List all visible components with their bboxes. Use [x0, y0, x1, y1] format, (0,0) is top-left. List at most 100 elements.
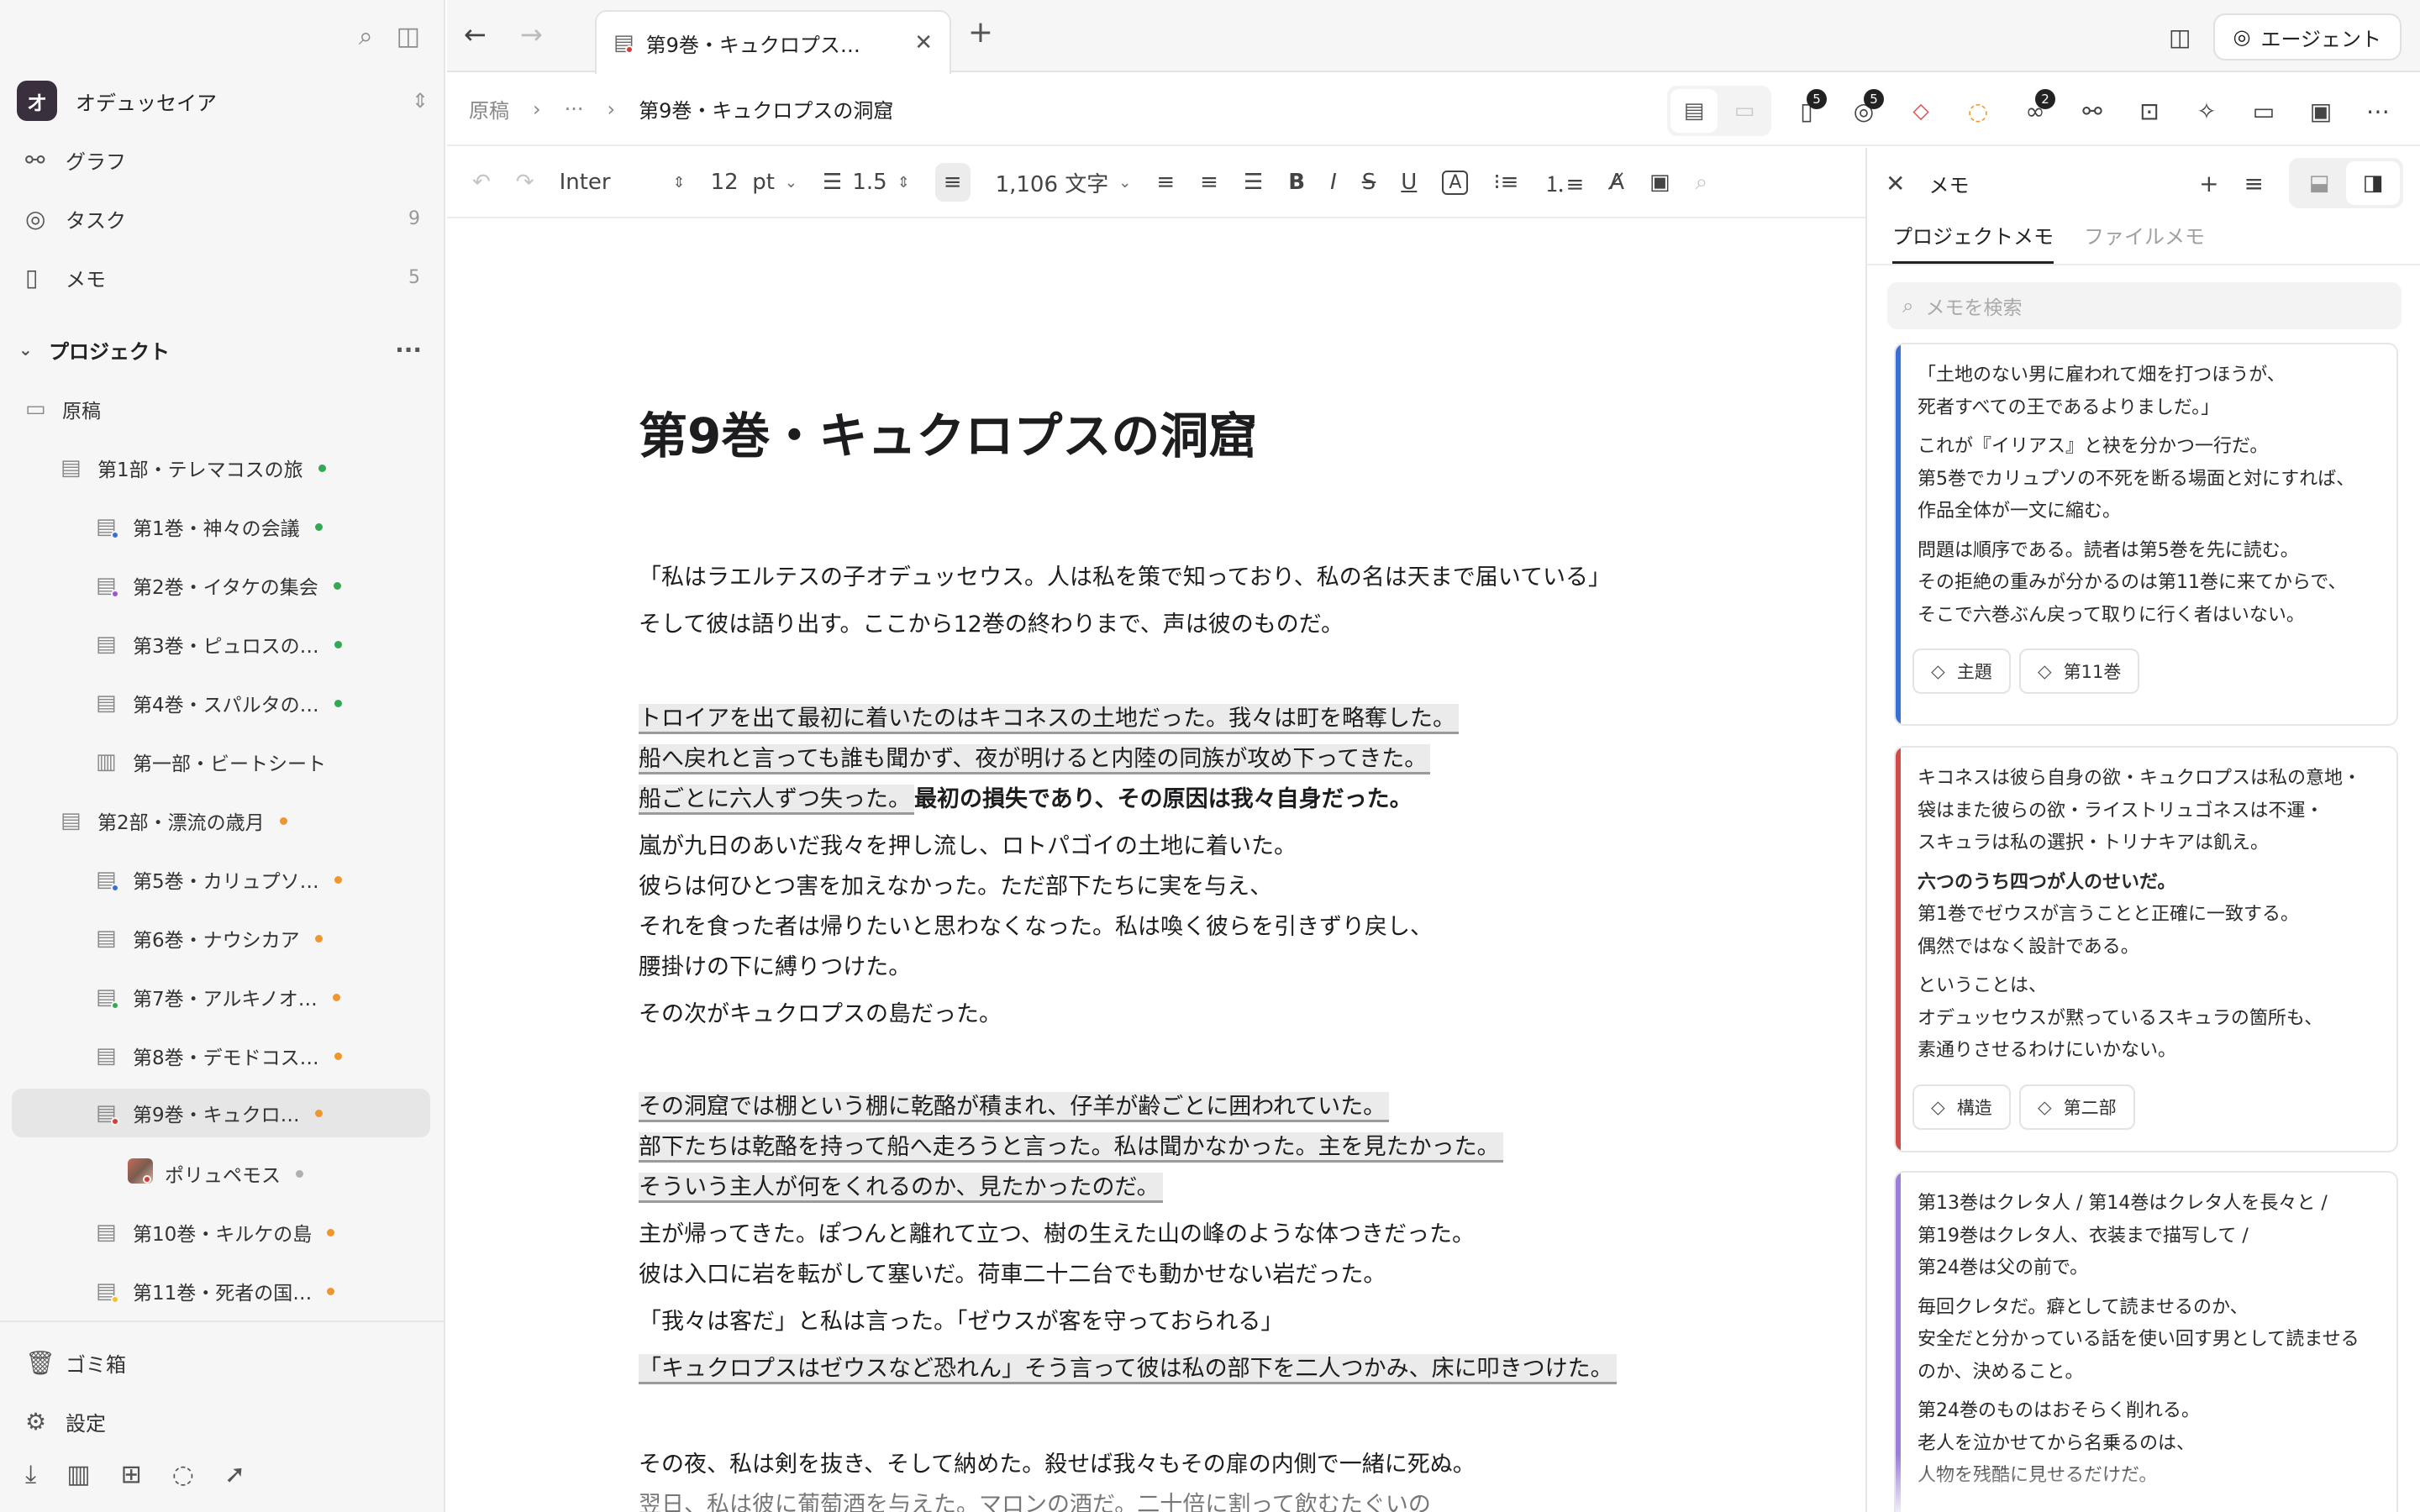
nav-tasks[interactable]: ◎ タスク 9 [25, 198, 420, 239]
tree-item[interactable]: ▤ 第9巻・キュクロ… [12, 1089, 430, 1137]
paragraph-line[interactable]: 彼らは何ひとつ害を加えなかった。ただ部下たちに実を与え、 [639, 870, 1272, 904]
search-icon[interactable]: ⌕ [359, 22, 373, 51]
sidebar-toggle-icon[interactable]: ◫ [397, 22, 420, 51]
more-icon[interactable]: ··· [395, 336, 422, 364]
bold-icon[interactable]: B [1288, 170, 1305, 195]
tree-item[interactable]: ▤ 第8巻・デモドコス… [96, 1032, 422, 1080]
forward-arrow-icon[interactable]: → [520, 18, 543, 50]
agent-button[interactable]: ◎ エージェント [2212, 13, 2402, 60]
tree-item[interactable]: ▤ 第1巻・神々の会議 [96, 502, 422, 551]
nav-settings[interactable]: ⚙ 設定 [25, 1401, 420, 1441]
tag-icon[interactable]: ⬦ [1899, 89, 1943, 133]
editor[interactable]: 第9巻・キュクロプスの洞窟 「私はラエルテスの子オデュッセウス。人は私を策で知っ… [447, 220, 1865, 1512]
underline-icon[interactable]: U [1401, 170, 1417, 195]
search-icon[interactable]: ⌕ [1696, 170, 1708, 196]
rocket-icon[interactable]: ➚ [224, 1460, 245, 1489]
tree-item[interactable]: ▤ 第3巻・ピュロスの… [96, 620, 422, 669]
id-card-icon[interactable]: ▣ [2299, 89, 2343, 133]
workspace-switcher[interactable]: オ オデュッセイア ⇕ [17, 81, 429, 121]
folder-view-icon[interactable]: ▭ [1721, 89, 1768, 133]
nav-graph[interactable]: ⚯ グラフ [25, 139, 420, 180]
focus-icon[interactable]: ⊡ [2128, 89, 2171, 133]
memo-tag[interactable]: ⬦ 第11巻 [2018, 648, 2140, 694]
pages-button[interactable]: ▯ 5 [1785, 89, 1828, 133]
memo-tag[interactable]: ⬦ 構造 [1912, 1084, 2011, 1130]
memo-card[interactable]: 第13巻はクレタ人 / 第14巻はクレタ人を長々と / 第19巻はクレタ人、衣装ま… [1894, 1171, 2398, 1512]
tree-item[interactable]: ▤ 第2部・漂流の歳月 [60, 796, 422, 845]
paragraph-line[interactable]: 「私はラエルテスの子オデュッセウス。人は私を策で知っており、私の名は天まで届いて… [639, 561, 1611, 595]
tree-item[interactable]: ▤ 第2巻・イタケの集会 [96, 561, 422, 610]
clear-format-icon[interactable]: A̸ [1609, 170, 1624, 195]
tree-item[interactable]: ▤ 第5巻・カリュプソ… [96, 855, 422, 904]
filter-icon[interactable]: ≡ [2244, 170, 2264, 197]
tree-item[interactable]: ▤ 第10巻・キルケの島 [96, 1208, 422, 1257]
undo-icon[interactable]: ↶ [472, 170, 491, 195]
chat-icon[interactable]: ◌ [172, 1460, 194, 1489]
tree-item[interactable]: ポリュペモス [128, 1149, 422, 1198]
memo-tag[interactable]: ⬦ 第二部 [2018, 1084, 2135, 1130]
tree-item[interactable]: ▤ 第1部・テレマコスの旅 [60, 444, 422, 492]
tab-project-memo[interactable]: プロジェクトメモ [1892, 220, 2054, 264]
stats-icon[interactable]: ▥ [66, 1460, 90, 1489]
word-count-select[interactable]: 1,106 文字 ⌄ [996, 167, 1132, 198]
font-family-select[interactable]: Inter ⇕ [560, 170, 686, 195]
align-right-icon[interactable]: ≡ [1200, 170, 1218, 195]
paragraph-line[interactable]: 翌日、私は彼に葡萄酒を与えた。マロンの酒だ。二十倍に割って飲むたぐいの [639, 1488, 1431, 1512]
new-tab-button[interactable]: + [951, 15, 1010, 50]
memo-tag[interactable]: ⬦ 主題 [1912, 648, 2011, 694]
tree-item[interactable]: ▤ 第11巻・死者の国… [96, 1267, 422, 1315]
align-left-icon[interactable]: ≡ [934, 163, 971, 202]
tree-item[interactable]: ▤ 第7巻・アルキノオ… [96, 973, 422, 1021]
gift-icon[interactable]: ⊞ [121, 1460, 142, 1489]
memo-card[interactable]: キコネスは彼ら自身の欲・キュクロプスは私の意地・ 袋はまた彼らの欲・ライストリュゴ… [1894, 746, 2398, 1152]
align-justify-icon[interactable]: ☰ [1244, 170, 1263, 195]
text-color-icon[interactable]: A [1442, 170, 1469, 195]
numbered-list-icon[interactable]: ⒈≡ [1544, 167, 1584, 198]
document-title[interactable]: 第9巻・キュクロプスの洞窟 [639, 396, 1257, 467]
tab-chapter-9[interactable]: ▤ 第9巻・キュクロプス… ✕ [595, 10, 951, 74]
layout-side-icon[interactable]: ◨ [2346, 161, 2400, 205]
graph-icon[interactable]: ⚯ [2070, 89, 2114, 133]
highlighted-line[interactable]: そういう主人が何をくれるのか、見たかったのだ。 [639, 1171, 1163, 1205]
panel-layout-icon[interactable]: ◫ [2169, 24, 2191, 51]
nav-memo[interactable]: ▯ メモ 5 [25, 257, 420, 297]
strikethrough-icon[interactable]: S [1362, 170, 1376, 195]
document-view-icon[interactable]: ▤ [1670, 89, 1718, 133]
paragraph-line[interactable]: その次がキュクロプスの島だった。 [639, 998, 1002, 1032]
paragraph-line[interactable]: 腰掛けの下に縛りつけた。 [639, 951, 911, 984]
tree-item[interactable]: ▥ 第一部・ビートシート [96, 738, 422, 786]
paragraph-line[interactable]: その夜、私は剣を抜き、そして納めた。殺せば我々もその扉の内側で一緒に死ぬ。 [639, 1448, 1476, 1482]
paragraph-line[interactable]: そして彼は語り出す。ここから12巻の終わりまで、声は彼のものだ。 [639, 608, 1344, 642]
download-icon[interactable]: ⤓ [25, 1460, 36, 1489]
layout-bottom-icon[interactable]: ⬓ [2292, 161, 2346, 205]
close-icon[interactable]: ✕ [1886, 170, 1905, 197]
comment-icon[interactable]: ▭ [2242, 89, 2286, 133]
highlighted-line[interactable]: 船へ戻れと言っても誰も聞かず、夜が明けると内陸の同族が攻め下ってきた。 [639, 743, 1431, 776]
links-button[interactable]: ∞ 2 [2013, 89, 2057, 133]
highlighted-line[interactable]: その洞窟では棚という棚に乾酪が積まれ、仔羊が齢ごとに囲われていた。 [639, 1090, 1390, 1124]
highlighted-line[interactable]: 部下たちは乾酪を持って船へ走ろうと言った。私は聞かなかった。主を見たかった。 [639, 1131, 1503, 1164]
nav-trash[interactable]: 🗑 ゴミ箱 [25, 1342, 420, 1383]
tasks-button[interactable]: ◎ 5 [1842, 89, 1886, 133]
line-height-select[interactable]: ☰ 1.5 ⇕ [823, 170, 910, 195]
tree-item[interactable]: ▭ 原稿 [25, 385, 420, 433]
align-center-icon[interactable]: ≡ [1156, 170, 1175, 195]
add-icon[interactable]: + [2199, 170, 2218, 197]
close-icon[interactable]: ✕ [914, 30, 933, 55]
tab-file-memo[interactable]: ファイルメモ [2084, 220, 2205, 264]
paragraph-line[interactable]: 嵐が九日のあいだ我々を押し流し、ロトパゴイの土地に着いた。 [639, 830, 1297, 864]
sparkle-icon[interactable]: ✧ [2185, 89, 2228, 133]
back-arrow-icon[interactable]: ← [464, 18, 487, 50]
paragraph-line[interactable]: それを食った者は帰りたいと思わなくなった。私は喚く彼らを引きずり戻し、 [639, 911, 1433, 944]
paragraph-line[interactable]: 「我々は客だ」と私は言った。「ゼウスが客を守っておられる」 [639, 1305, 1283, 1339]
paragraph-line[interactable]: 主が帰ってきた。ぽつんと離れて立つ、樹の生えた山の峰のような体つきだった。 [639, 1218, 1475, 1252]
tree-item[interactable]: ▤ 第4巻・スパルタの… [96, 679, 422, 727]
memo-search-input[interactable]: ⌕ メモを検索 [1887, 282, 2402, 329]
italic-icon[interactable]: I [1330, 170, 1337, 195]
breadcrumb-ellipsis[interactable]: ··· [565, 97, 584, 121]
more-icon[interactable]: ⋯ [2356, 89, 2400, 133]
highlighted-line[interactable]: 船ごとに六人ずつ失った。 最初の損失であり、その原因は我々自身だった。 [639, 783, 1413, 816]
redo-icon[interactable]: ↷ [516, 170, 534, 195]
project-section-header[interactable]: ⌄ プロジェクト ··· [18, 329, 422, 370]
bullet-list-icon[interactable]: ⁝≡ [1493, 170, 1518, 195]
